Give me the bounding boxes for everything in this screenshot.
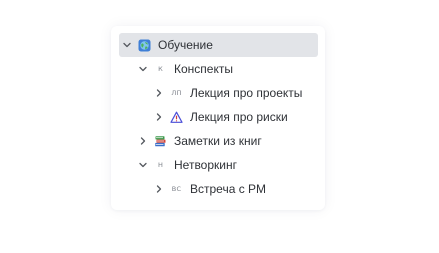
tree-item-vstrecha-s-pm[interactable]: ВС Встреча с PM (119, 177, 318, 201)
chevron-down-icon[interactable] (138, 64, 148, 74)
tree-panel: Обучение К Конспекты ЛП Лекция про проек… (111, 26, 325, 210)
letter-icon: ВС (171, 185, 182, 193)
tree-item-label: Заметки из книг (174, 134, 262, 148)
tree-item-label: Встреча с PM (190, 182, 267, 196)
books-icon (154, 135, 167, 148)
chevron-right-icon[interactable] (138, 136, 148, 146)
tree-item-konspekty[interactable]: К Конспекты (119, 57, 318, 81)
warning-icon (170, 111, 183, 124)
tree-item-zametki-iz-knig[interactable]: Заметки из книг (119, 129, 318, 153)
chevron-right-icon[interactable] (154, 88, 164, 98)
tree-item-lekciya-pro-proekty[interactable]: ЛП Лекция про проекты (119, 81, 318, 105)
tree-item-label: Обучение (158, 38, 213, 52)
chevron-down-icon[interactable] (138, 160, 148, 170)
globe-icon (138, 39, 151, 52)
tree-item-label: Конспекты (174, 62, 233, 76)
tree-item-lekciya-pro-riski[interactable]: Лекция про риски (119, 105, 318, 129)
tree-item-netvorking[interactable]: Н Нетворкинг (119, 153, 318, 177)
letter-icon: К (158, 65, 163, 73)
tree-item-label: Лекция про проекты (190, 86, 303, 100)
letter-icon: ЛП (171, 89, 182, 97)
chevron-right-icon[interactable] (154, 184, 164, 194)
chevron-right-icon[interactable] (154, 112, 164, 122)
tree-item-label: Нетворкинг (174, 158, 237, 172)
chevron-down-icon[interactable] (122, 40, 132, 50)
letter-icon: Н (157, 161, 164, 169)
tree-item-label: Лекция про риски (190, 110, 288, 124)
tree-item-obuchenie[interactable]: Обучение (119, 33, 318, 57)
